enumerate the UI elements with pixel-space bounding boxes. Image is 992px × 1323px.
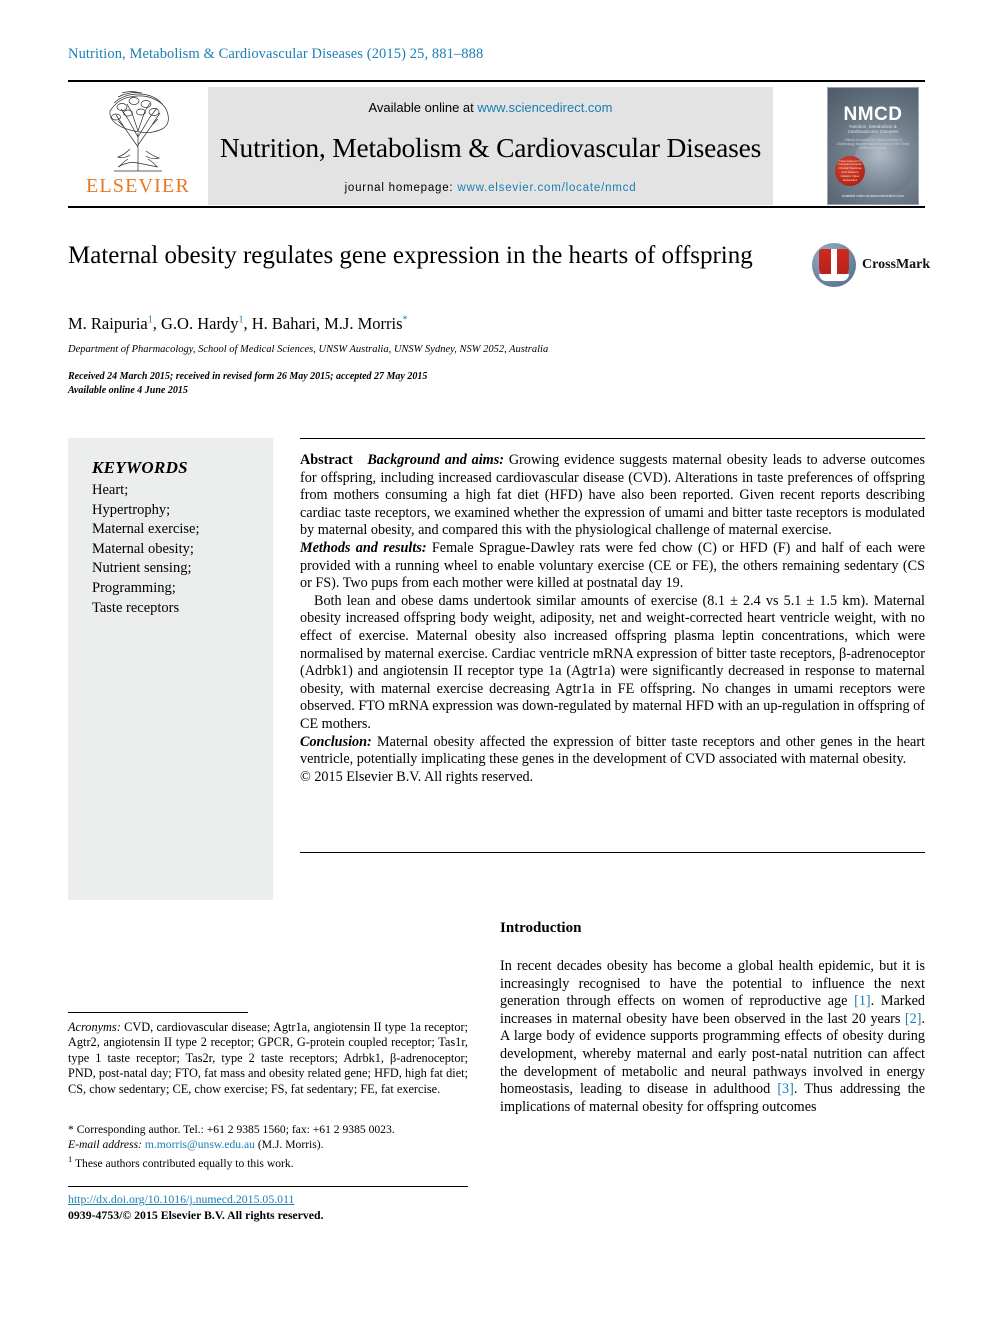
abstract-methods-paragraph: Methods and results: Female Sprague-Dawl…: [300, 540, 925, 593]
journal-title: Nutrition, Metabolism & Cardiovascular D…: [219, 132, 762, 163]
author-sep-3: ,: [315, 314, 325, 333]
email-line: E-mail address: m.morris@unsw.edu.au (M.…: [68, 1137, 468, 1152]
author-name-3[interactable]: H. Bahari: [252, 314, 316, 333]
keywords-panel: KEYWORDS Heart; Hypertrophy; Maternal ex…: [68, 438, 273, 900]
keywords-list: Heart; Hypertrophy; Maternal exercise; M…: [92, 481, 273, 618]
equal-contribution-line: 1 These authors contributed equally to t…: [68, 1152, 468, 1171]
received-accepted-line: Received 24 March 2015; received in revi…: [68, 371, 428, 382]
keyword-item: Hypertrophy;: [92, 501, 171, 518]
abstract-conclusion-paragraph: Conclusion: Maternal obesity affected th…: [300, 734, 925, 769]
issn-copyright-line: 0939-4753/© 2015 Elsevier B.V. All right…: [68, 1208, 324, 1222]
introduction-paragraph: In recent decades obesity has become a g…: [500, 958, 925, 1116]
journal-article-page: Nutrition, Metabolism & Cardiovascular D…: [0, 0, 992, 1323]
doi-line: http://dx.doi.org/10.1016/j.numecd.2015.…: [68, 1192, 488, 1207]
correspondence-footnote: * Corresponding author. Tel.: +61 2 9385…: [68, 1122, 468, 1171]
abstract-section: Abstract Background and aims: Growing ev…: [300, 452, 925, 786]
cover-subtitle: Nutrition, Metabolism & Cardiovascular D…: [847, 124, 899, 135]
footnote-rule: [68, 1012, 248, 1013]
journal-homepage-link[interactable]: www.elsevier.com/locate/nmcd: [457, 182, 636, 194]
journal-banner: Available online at www.sciencedirect.co…: [208, 87, 773, 205]
abstract-copyright: © 2015 Elsevier B.V. All rights reserved…: [300, 768, 534, 785]
author-name-2[interactable]: G.O. Hardy: [161, 314, 238, 333]
article-title: Maternal obesity regulates gene expressi…: [68, 242, 753, 269]
homepage-prefix: journal homepage:: [344, 182, 458, 194]
keyword-item: Nutrient sensing;: [92, 560, 192, 577]
email-label: E-mail address:: [68, 1138, 142, 1151]
keyword-item: Maternal exercise;: [92, 521, 200, 538]
reference-link-3[interactable]: [3]: [777, 1081, 794, 1097]
abstract-conclusion-text: Maternal obesity affected the expression…: [300, 733, 925, 768]
author-name-4[interactable]: M.J. Morris: [324, 314, 402, 333]
sciencedirect-link[interactable]: www.sciencedirect.com: [477, 100, 612, 115]
abstract-top-rule: [300, 438, 925, 439]
email-suffix: (M.J. Morris).: [254, 1138, 324, 1151]
elsevier-tree-icon: [109, 91, 169, 172]
author-sep-2: ,: [243, 314, 252, 333]
introduction-heading: Introduction: [500, 920, 582, 936]
journal-cover-thumbnail[interactable]: NMCD Nutrition, Metabolism & Cardiovascu…: [827, 87, 919, 205]
article-history: Received 24 March 2015; received in revi…: [68, 370, 828, 398]
acronyms-text: CVD, cardiovascular disease; Agtr1a, ang…: [68, 1020, 468, 1096]
crossmark-label: CrossMark: [862, 257, 931, 272]
author-list: M. Raipuria1, G.O. Hardy1, H. Bahari, M.…: [68, 314, 768, 334]
abstract-background-label: Background and aims:: [367, 452, 504, 468]
cover-acronym: NMCD: [843, 104, 903, 125]
elsevier-wordmark: ELSEVIER: [85, 175, 191, 197]
elsevier-logo: ELSEVIER: [74, 87, 202, 205]
reference-link-1[interactable]: [1]: [854, 993, 871, 1009]
abstract-bottom-rule: [300, 852, 925, 853]
abstract-background-paragraph: Abstract Background and aims: Growing ev…: [300, 452, 925, 540]
cover-badge: Now indexed in Current Contents Clinical…: [835, 156, 865, 186]
doi-link[interactable]: http://dx.doi.org/10.1016/j.numecd.2015.…: [68, 1192, 294, 1206]
journal-homepage-line: journal homepage: www.elsevier.com/locat…: [208, 182, 773, 194]
acronyms-footnote: Acronyms: CVD, cardiovascular disease; A…: [68, 1020, 468, 1097]
running-head: Nutrition, Metabolism & Cardiovascular D…: [68, 46, 484, 62]
abstract-methods-label: Methods and results:: [300, 539, 427, 556]
abstract-conclusion-label: Conclusion:: [300, 733, 372, 750]
journal-masthead: ELSEVIER Available online at www.science…: [68, 80, 925, 208]
author-name-1[interactable]: M. Raipuria: [68, 314, 148, 333]
corresponding-author-mark: *: [402, 314, 408, 326]
cover-footer: Available online at www.sciencedirect.co…: [842, 193, 904, 198]
crossmark-inner-shape: [819, 249, 849, 281]
keyword-item: Taste receptors: [92, 599, 180, 616]
equal-contribution-text: These authors contributed equally to thi…: [72, 1156, 294, 1170]
keyword-item: Maternal obesity;: [92, 540, 194, 557]
cover-tagline: Official Journal of the Italian Society …: [836, 138, 910, 151]
keyword-item: Heart;: [92, 482, 129, 498]
available-online-line: Available online at www.sciencedirect.co…: [208, 100, 773, 115]
keywords-heading: KEYWORDS: [92, 458, 188, 477]
reference-link-2[interactable]: [2]: [905, 1011, 922, 1027]
cover-badge-text: Now indexed in Current Contents Clinical…: [838, 158, 862, 182]
bottom-rule: [68, 1186, 468, 1187]
crossmark-icon: [812, 243, 856, 287]
crossmark-badge[interactable]: CrossMark: [812, 243, 932, 299]
author-sep-1: ,: [152, 314, 161, 333]
corresponding-author-line: * Corresponding author. Tel.: +61 2 9385…: [68, 1123, 395, 1136]
acronyms-label: Acronyms:: [68, 1020, 121, 1034]
abstract-label: Abstract: [300, 452, 353, 468]
available-online-date: Available online 4 June 2015: [68, 385, 188, 396]
abstract-results-paragraph: Both lean and obese dams undertook simil…: [300, 592, 925, 732]
email-link[interactable]: m.morris@unsw.edu.au: [145, 1138, 255, 1151]
keyword-item: Programming;: [92, 579, 176, 596]
author-affiliation: Department of Pharmacology, School of Me…: [68, 344, 549, 355]
introduction-body: In recent decades obesity has become a g…: [500, 958, 925, 1116]
available-online-prefix: Available online at: [368, 100, 478, 115]
